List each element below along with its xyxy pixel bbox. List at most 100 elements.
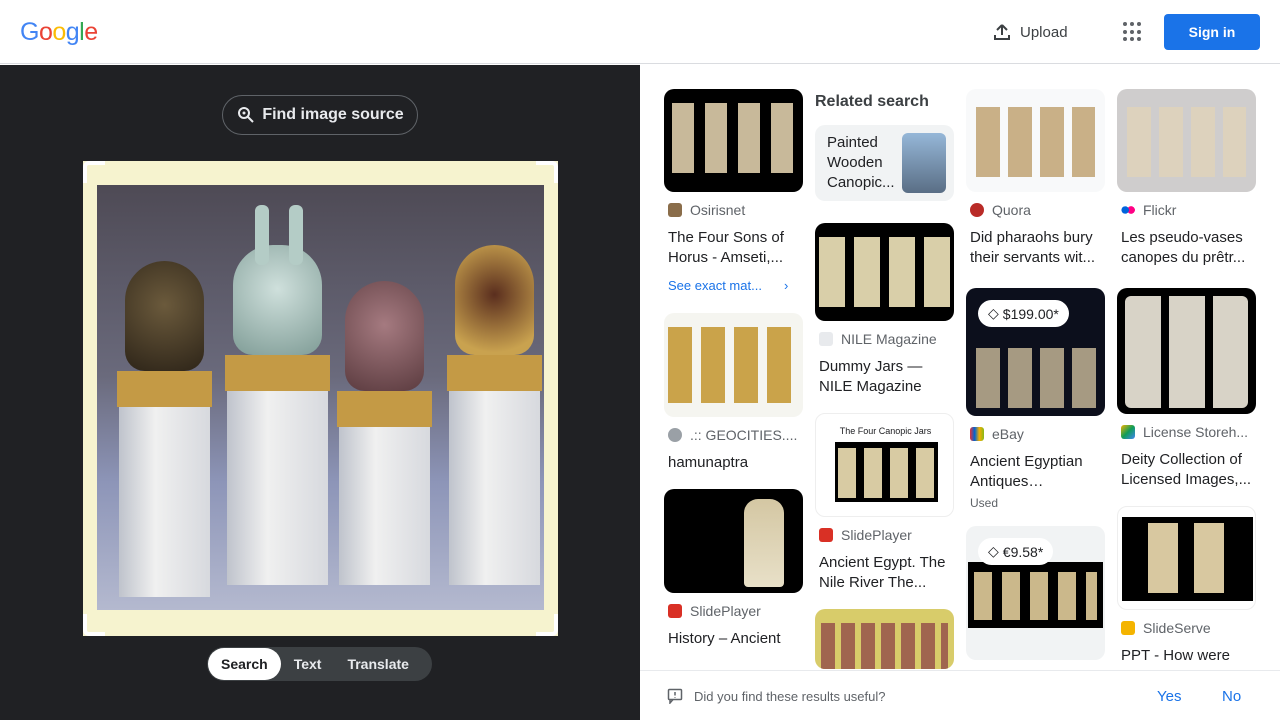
result-source[interactable]: Flickr xyxy=(1121,202,1252,218)
source-name: Osirisnet xyxy=(690,202,746,218)
price-value: $199.00* xyxy=(1002,305,1059,322)
condition-label: Used xyxy=(970,496,999,510)
result-thumbnail[interactable] xyxy=(1117,89,1256,192)
result-thumbnail[interactable] xyxy=(664,313,803,417)
result-card[interactable]: The Four Canopic Jars SlidePlayer Ancien… xyxy=(815,413,954,593)
lens-search-icon xyxy=(238,107,255,123)
result-card[interactable]: SlideServe PPT - How were xyxy=(1117,506,1256,666)
upload-button[interactable]: Upload xyxy=(992,20,1068,44)
license-storehouse-icon xyxy=(1121,425,1135,439)
canopic-jars-photo xyxy=(97,185,544,610)
related-search-chip[interactable]: Painted Wooden Canopic... xyxy=(815,125,954,201)
source-name: SlidePlayer xyxy=(690,603,761,619)
price-tag-icon: ◇ xyxy=(988,543,999,559)
results-column: Quora Did pharaohs bury their servants w… xyxy=(966,89,1105,670)
result-title[interactable]: Dummy Jars — NILE Magazine xyxy=(819,357,950,397)
result-thumbnail[interactable] xyxy=(1117,506,1256,610)
result-thumbnail[interactable] xyxy=(664,89,803,192)
result-title[interactable]: Ancient Egypt. The Nile River The... xyxy=(819,553,950,593)
result-title[interactable]: Deity Collection of Licensed Images,... xyxy=(1121,450,1252,490)
upload-icon xyxy=(994,24,1010,40)
result-title[interactable]: History – Ancient xyxy=(668,629,799,649)
quora-icon xyxy=(970,203,984,217)
result-source[interactable]: .:: GEOCITIES.... xyxy=(668,427,799,443)
result-title[interactable]: Did pharaohs bury their servants wit... xyxy=(970,228,1101,268)
crop-handle[interactable] xyxy=(83,161,105,183)
crop-handle[interactable] xyxy=(536,161,558,183)
result-card[interactable]: Osirisnet The Four Sons of Horus - Amset… xyxy=(664,89,803,293)
result-source[interactable]: SlidePlayer xyxy=(668,603,799,619)
source-name: License Storeh... xyxy=(1143,424,1249,440)
result-title[interactable]: The Four Sons of Horus - Amseti,... xyxy=(668,228,799,268)
result-thumbnail[interactable] xyxy=(1117,288,1256,414)
nile-magazine-icon xyxy=(819,332,833,346)
result-thumbnail[interactable]: The Four Canopic Jars xyxy=(815,413,954,517)
results-column: Related search Painted Wooden Canopic...… xyxy=(815,85,954,670)
result-thumbnail[interactable]: ◇ $199.00* xyxy=(966,288,1105,416)
query-image[interactable] xyxy=(83,161,558,636)
feedback-question: Did you find these results useful? xyxy=(694,689,886,704)
result-card[interactable]: ◇ $199.00* eBay Ancient Egyptian Antiques… xyxy=(966,288,1105,510)
result-source[interactable]: SlideServe xyxy=(1121,620,1252,636)
results-panel: Osirisnet The Four Sons of Horus - Amset… xyxy=(640,65,1280,670)
result-card[interactable]: .:: GEOCITIES.... hamunaptra xyxy=(664,313,803,473)
slideserve-icon xyxy=(1121,621,1135,635)
feedback-yes-button[interactable]: Yes xyxy=(1157,688,1181,705)
mode-search[interactable]: Search xyxy=(208,648,281,680)
result-card[interactable]: NILE Magazine Dummy Jars — NILE Magazine xyxy=(815,223,954,397)
mode-switcher: Search Text Translate xyxy=(207,647,432,681)
feedback-bar: Did you find these results useful? Yes N… xyxy=(640,670,1280,720)
globe-icon xyxy=(668,428,682,442)
see-exact-matches-link[interactable]: See exact mat... › xyxy=(668,278,799,293)
result-source[interactable]: Quora xyxy=(970,202,1101,218)
crop-handle[interactable] xyxy=(536,614,558,636)
source-name: NILE Magazine xyxy=(841,331,937,347)
result-thumbnail[interactable] xyxy=(815,609,954,669)
flickr-icon xyxy=(1121,203,1135,217)
result-card[interactable]: ◇ €9.58* xyxy=(966,526,1105,660)
apps-grid-icon[interactable] xyxy=(1120,20,1144,44)
source-name: SlidePlayer xyxy=(841,527,912,543)
result-thumbnail[interactable] xyxy=(815,223,954,321)
result-card[interactable]: License Storeh... Deity Collection of Li… xyxy=(1117,288,1256,490)
result-thumbnail[interactable] xyxy=(664,489,803,593)
result-title[interactable]: PPT - How were xyxy=(1121,646,1252,666)
mode-translate[interactable]: Translate xyxy=(334,648,421,680)
source-name: Flickr xyxy=(1143,202,1177,218)
result-card[interactable] xyxy=(815,609,954,669)
result-source[interactable]: Osirisnet xyxy=(668,202,799,218)
result-thumbnail[interactable]: ◇ €9.58* xyxy=(966,526,1105,660)
price-tag-icon: ◇ xyxy=(988,305,999,321)
result-card[interactable]: SlidePlayer History – Ancient xyxy=(664,489,803,649)
result-card[interactable]: Quora Did pharaohs bury their servants w… xyxy=(966,89,1105,268)
source-name: SlideServe xyxy=(1143,620,1211,636)
feedback-no-button[interactable]: No xyxy=(1222,688,1241,705)
result-source[interactable]: NILE Magazine xyxy=(819,331,950,347)
find-image-source-button[interactable]: Find image source xyxy=(222,95,418,135)
top-header: Google Upload Sign in xyxy=(0,0,1280,64)
result-title[interactable]: Les pseudo-vases canopes du prêtr... xyxy=(1121,228,1252,268)
crop-handle[interactable] xyxy=(83,614,105,636)
price-badge: ◇ $199.00* xyxy=(978,300,1069,327)
result-title[interactable]: Ancient Egyptian Antiques Egyptian... xyxy=(970,452,1101,492)
jar-baboon xyxy=(117,261,212,597)
jar-jackal xyxy=(225,205,330,585)
sign-in-button[interactable]: Sign in xyxy=(1164,14,1260,50)
mode-text[interactable]: Text xyxy=(281,648,335,680)
exact-match-label: See exact mat... xyxy=(668,278,762,293)
jar-falcon xyxy=(337,281,432,585)
result-source[interactable]: eBay xyxy=(970,426,1101,442)
result-thumbnail[interactable] xyxy=(966,89,1105,192)
google-logo[interactable]: Google xyxy=(20,18,98,47)
related-search-heading: Related search xyxy=(815,93,929,110)
result-card[interactable]: Flickr Les pseudo-vases canopes du prêtr… xyxy=(1117,89,1256,268)
related-search-thumbnail xyxy=(902,133,946,193)
price-badge: ◇ €9.58* xyxy=(978,538,1054,565)
feedback-icon xyxy=(667,688,683,704)
osirisnet-icon xyxy=(668,203,682,217)
find-image-source-label: Find image source xyxy=(262,106,404,123)
results-column: Osirisnet The Four Sons of Horus - Amset… xyxy=(664,89,803,663)
result-source[interactable]: License Storeh... xyxy=(1121,424,1252,440)
result-source[interactable]: SlidePlayer xyxy=(819,527,950,543)
result-title[interactable]: hamunaptra xyxy=(668,453,799,473)
